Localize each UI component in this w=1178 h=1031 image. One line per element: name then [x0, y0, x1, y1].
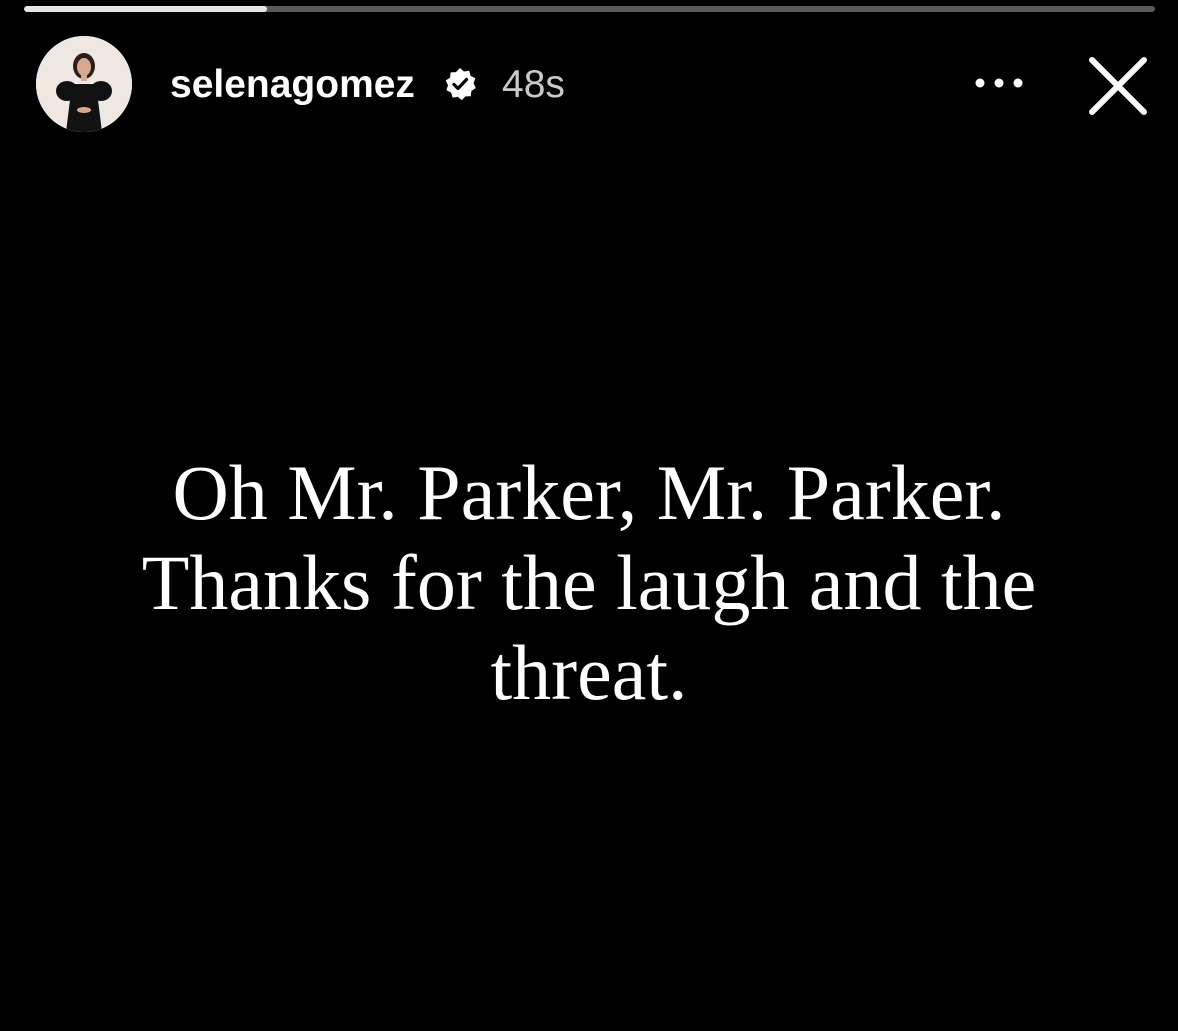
story-text-line: threat.: [490, 629, 688, 716]
avatar[interactable]: [36, 36, 132, 132]
close-icon[interactable]: [1086, 54, 1150, 118]
story-header: selenagomez 48s: [36, 36, 1150, 132]
more-horizontal-icon[interactable]: [974, 73, 1024, 93]
username[interactable]: selenagomez: [170, 63, 415, 107]
story-progress-fill: [24, 6, 268, 12]
story-progress-bar: [24, 6, 1155, 12]
verified-badge-icon: [445, 68, 476, 101]
story-viewer[interactable]: selenagomez 48s Oh Mr. Parker, Mr. Parke…: [0, 0, 1178, 1031]
story-text: Oh Mr. Parker, Mr. Parker. Thanks for th…: [40, 448, 1138, 718]
story-text-line: Oh Mr. Parker, Mr. Parker.: [172, 449, 1006, 536]
avatar-photo: [36, 36, 132, 132]
story-text-line: Thanks for the laugh and the: [141, 539, 1037, 626]
story-timestamp: 48s: [502, 63, 565, 106]
